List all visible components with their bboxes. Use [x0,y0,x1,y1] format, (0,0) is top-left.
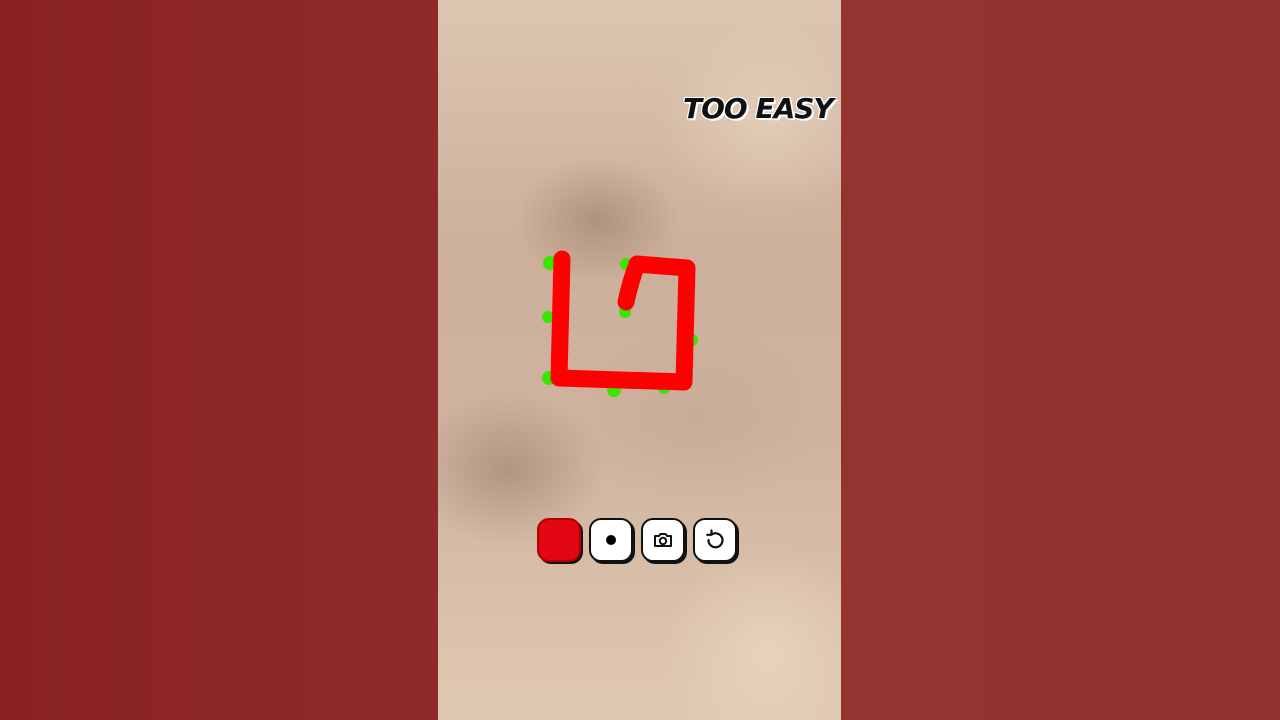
camera-icon [654,533,672,547]
undo-icon [706,529,724,549]
video-frame: TOO EASY [0,0,1280,720]
brush-size-button[interactable] [589,518,633,562]
caption-text: TOO EASY [683,92,834,125]
left-background-panel [0,0,438,720]
undo-button[interactable] [693,518,737,562]
drawn-stroke [550,250,696,391]
phone-screen: TOO EASY [438,0,841,720]
drawing-toolbar [537,518,737,562]
camera-button[interactable] [641,518,685,562]
right-background-panel [841,0,1280,720]
dot-icon [606,535,616,545]
color-swatch-button[interactable] [537,518,581,562]
